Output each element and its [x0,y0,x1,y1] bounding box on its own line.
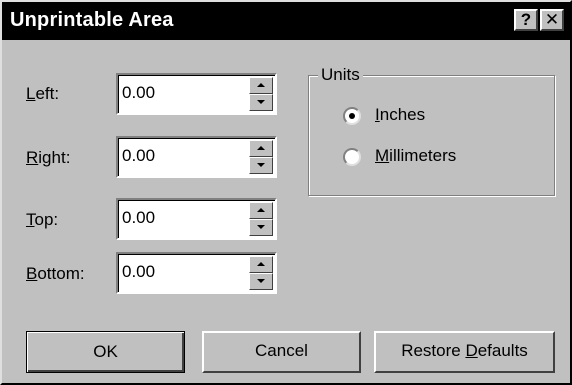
inches-label[interactable]: Inches [375,105,425,125]
right-decrement-button[interactable] [249,157,273,174]
left-spinbox[interactable]: 0.00 [116,73,277,115]
up-arrow-icon [257,83,265,87]
down-arrow-icon [257,100,265,104]
left-value[interactable]: 0.00 [122,83,155,103]
title-bar[interactable]: Unprintable Area ? ✕ [2,2,570,40]
down-arrow-icon [257,225,265,229]
restore-defaults-button[interactable]: Restore Defaults [374,331,555,373]
bottom-value[interactable]: 0.00 [122,262,155,282]
ok-button[interactable]: OK [26,331,185,373]
question-mark-icon: ? [520,10,532,29]
top-increment-button[interactable] [249,202,273,219]
right-spinbox[interactable]: 0.00 [116,136,277,178]
top-label: Top: [26,210,59,229]
cancel-button[interactable]: Cancel [202,331,361,373]
bottom-spinbox[interactable]: 0.00 [116,252,277,294]
dialog-title: Unprintable Area [10,9,174,31]
units-group-label: Units [318,65,363,85]
unprintable-area-dialog: Unprintable Area ? ✕ Left: 0.00 Right: 0… [0,0,572,385]
help-button[interactable]: ? [514,9,538,31]
close-button[interactable]: ✕ [540,9,564,31]
millimeters-label[interactable]: Millimeters [375,146,456,166]
top-spinbox[interactable]: 0.00 [116,198,277,240]
units-groupbox [308,75,555,196]
down-arrow-icon [257,279,265,283]
radio-unselected-icon[interactable] [343,148,361,166]
up-arrow-icon [257,146,265,150]
up-arrow-icon [257,208,265,212]
right-value[interactable]: 0.00 [122,146,155,166]
left-increment-button[interactable] [249,77,273,94]
top-decrement-button[interactable] [249,219,273,236]
top-value[interactable]: 0.00 [122,208,155,228]
right-label: Right: [26,148,71,167]
down-arrow-icon [257,163,265,167]
close-icon: ✕ [544,10,560,29]
bottom-decrement-button[interactable] [249,273,273,290]
left-decrement-button[interactable] [249,94,273,111]
left-label: Left: [26,84,60,103]
right-increment-button[interactable] [249,140,273,157]
bottom-label: Bottom: [26,264,85,283]
radio-selected-icon[interactable] [343,107,361,125]
bottom-increment-button[interactable] [249,256,273,273]
up-arrow-icon [257,262,265,266]
